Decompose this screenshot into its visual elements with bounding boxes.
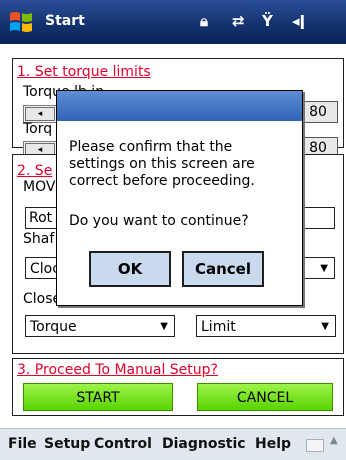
dialog-cancel-button[interactable]: Cancel — [182, 251, 264, 287]
dialog-message: Please confirm that the settings on this… — [69, 139, 255, 190]
section3-title: 3. Proceed To Manual Setup? — [17, 362, 218, 378]
network-icon: ⇄ — [232, 12, 245, 30]
section1-title: 1. Set torque limits — [17, 64, 151, 80]
dropdown-arrow-icon: ▼ — [320, 263, 328, 274]
menu-control[interactable]: Control — [94, 436, 152, 452]
mov-label: MOV — [23, 179, 56, 195]
confirm-dialog: Please confirm that the settings on this… — [56, 90, 303, 306]
dialog-question: Do you want to continue? — [69, 213, 249, 229]
menu-diagnostic[interactable]: Diagnostic — [162, 436, 246, 452]
dropdown-arrow-icon: ▼ — [321, 321, 329, 332]
section2-title: 2. Se — [17, 163, 53, 179]
menu-file[interactable]: File — [8, 436, 37, 452]
dropdown-arrow-icon: ▼ — [160, 321, 168, 332]
title-bar: Start 🔒︎ ⇄ Ÿ ◂ǀ — [0, 0, 346, 44]
menu-bar: File Setup Control Diagnostic Help ▲ — [0, 428, 346, 460]
menu-setup[interactable]: Setup — [44, 436, 90, 452]
rotation-field-right[interactable] — [303, 207, 335, 229]
close-mode-value: Torque — [30, 319, 77, 335]
dialog-ok-button[interactable]: OK — [89, 251, 171, 287]
lock-icon: 🔒︎ — [200, 12, 208, 30]
dialog-message-line: settings on this screen are — [69, 156, 255, 172]
dialog-titlebar — [57, 91, 302, 121]
signal-off-icon: Ÿ — [262, 12, 273, 30]
start-button[interactable]: START — [23, 383, 173, 411]
limit-dropdown[interactable]: Limit ▼ — [196, 315, 336, 337]
shaft-dropdown-right[interactable]: ▼ — [303, 257, 335, 279]
keyboard-icon[interactable] — [306, 439, 324, 452]
close-mode-dropdown[interactable]: Torque ▼ — [25, 315, 175, 337]
menu-help[interactable]: Help — [255, 436, 291, 452]
cancel-button[interactable]: CANCEL — [197, 383, 333, 411]
start-title[interactable]: Start — [45, 13, 85, 29]
chevron-up-icon[interactable]: ▲ — [330, 435, 338, 446]
slider-left-icon[interactable]: ◂ — [25, 107, 55, 121]
dialog-message-line: correct before proceeding. — [69, 173, 255, 189]
torque-label-bottom: Torq — [23, 121, 53, 137]
volume-icon: ◂ǀ — [292, 12, 306, 30]
limit-value: Limit — [201, 319, 236, 335]
torque-value-top: 80 — [298, 101, 338, 123]
dialog-message-line: Please confirm that the — [69, 139, 233, 155]
windows-start-icon[interactable] — [8, 9, 34, 35]
section-manual-setup: 3. Proceed To Manual Setup? START CANCEL — [12, 358, 344, 416]
shaft-label: Shaf — [23, 231, 55, 247]
